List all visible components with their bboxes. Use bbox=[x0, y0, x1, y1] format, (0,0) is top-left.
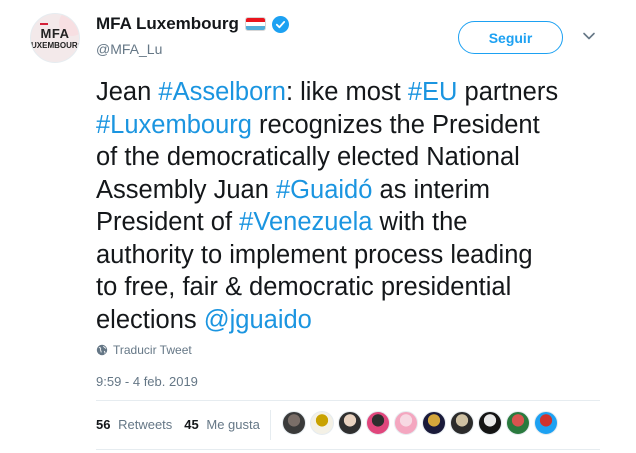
tweet-text-segment: as interim bbox=[372, 175, 491, 204]
tweet-text: Jean #Asselborn: like most #EU partners #… bbox=[96, 76, 616, 336]
tweet-text-segment: of the democratically elected National bbox=[96, 143, 520, 171]
tweet-timestamp[interactable]: 9:59 - 4 feb. 2019 bbox=[96, 374, 198, 389]
retweets-count: 56 bbox=[96, 417, 111, 432]
hashtag-link[interactable]: #Luxembourg bbox=[96, 111, 252, 139]
avatar[interactable]: MFA LUXEMBOURG bbox=[30, 13, 80, 63]
hashtag-link[interactable]: #EU bbox=[408, 78, 458, 106]
divider bbox=[96, 449, 600, 450]
tweet-text-segment: Jean bbox=[96, 78, 159, 106]
avatar-logo-subtext: LUXEMBOURG bbox=[30, 40, 79, 50]
tweet-text-line: to free, fair & democratic presidential bbox=[96, 271, 616, 304]
tweet-text-segment: : like most bbox=[285, 78, 408, 106]
tweet-text-segment: with the bbox=[372, 208, 468, 236]
retweets-stat[interactable]: 56 Retweets bbox=[96, 417, 172, 432]
chevron-down-icon[interactable] bbox=[581, 28, 597, 44]
tweet-text-segment: to free, fair & democratic presidential bbox=[96, 273, 512, 301]
likes-count: 45 bbox=[184, 417, 199, 432]
liker-avatar[interactable] bbox=[422, 411, 446, 435]
stats-separator bbox=[270, 410, 271, 440]
liker-avatar[interactable] bbox=[450, 411, 474, 435]
translate-label: Traducir Tweet bbox=[113, 343, 192, 357]
liker-avatar[interactable] bbox=[506, 411, 530, 435]
account-handle[interactable]: @MFA_Lu bbox=[96, 41, 162, 57]
liker-avatar[interactable] bbox=[338, 411, 362, 435]
likers-avatars bbox=[282, 411, 558, 435]
avatar-accent bbox=[40, 23, 48, 25]
translate-tweet-link[interactable]: Traducir Tweet bbox=[96, 343, 192, 357]
tweet-text-line: Jean #Asselborn: like most #EU partners bbox=[96, 76, 616, 109]
avatar-logo-text: MFA bbox=[40, 25, 70, 41]
liker-avatar[interactable] bbox=[534, 411, 558, 435]
tweet-text-segment: recognizes the President bbox=[251, 110, 540, 139]
hashtag-link[interactable]: #Venezuela bbox=[239, 208, 372, 236]
divider bbox=[96, 400, 600, 401]
account-header: MFA Luxembourg bbox=[96, 14, 289, 34]
likes-stat[interactable]: 45 Me gusta bbox=[184, 417, 260, 432]
tweet-text-line: authority to implement process leading bbox=[96, 239, 616, 272]
liker-avatar[interactable] bbox=[310, 411, 334, 435]
tweet-text-segment: elections bbox=[96, 305, 204, 334]
engagement-stats: 56 Retweets 45 Me gusta bbox=[96, 417, 272, 432]
tweet-text-line: President of #Venezuela with the bbox=[96, 206, 616, 239]
flag-stripe-bottom bbox=[245, 26, 265, 30]
retweets-label: Retweets bbox=[118, 417, 173, 432]
tweet-text-segment: partners bbox=[457, 78, 559, 106]
likes-label: Me gusta bbox=[206, 417, 260, 432]
tweet-text-segment: Assembly Juan bbox=[96, 175, 276, 204]
tweet-text-line: of the democratically elected National bbox=[96, 141, 616, 174]
verified-badge-icon bbox=[271, 15, 289, 33]
mention-link[interactable]: @jguaido bbox=[204, 306, 312, 334]
tweet-card: MFA LUXEMBOURG MFA Luxembourg @MFA_Lu Se… bbox=[0, 0, 636, 453]
avatar-logo: MFA LUXEMBOURG bbox=[30, 25, 79, 50]
tweet-text-line: Assembly Juan #Guaidó as interim bbox=[96, 174, 616, 207]
follow-button[interactable]: Seguir bbox=[458, 21, 563, 54]
display-name[interactable]: MFA Luxembourg bbox=[96, 14, 239, 34]
liker-avatar[interactable] bbox=[394, 411, 418, 435]
tweet-text-line: elections @jguaido bbox=[96, 304, 616, 337]
tweet-text-line: #Luxembourg recognizes the President bbox=[96, 109, 616, 142]
hashtag-link[interactable]: #Guaidó bbox=[276, 176, 372, 204]
luxembourg-flag-icon bbox=[244, 17, 266, 31]
liker-avatar[interactable] bbox=[366, 411, 390, 435]
globe-icon bbox=[96, 344, 108, 356]
liker-avatar[interactable] bbox=[478, 411, 502, 435]
tweet-text-segment: authority to implement process leading bbox=[96, 240, 533, 269]
liker-avatar[interactable] bbox=[282, 411, 306, 435]
hashtag-link[interactable]: #Asselborn bbox=[158, 78, 286, 106]
tweet-text-segment: President of bbox=[96, 208, 240, 236]
